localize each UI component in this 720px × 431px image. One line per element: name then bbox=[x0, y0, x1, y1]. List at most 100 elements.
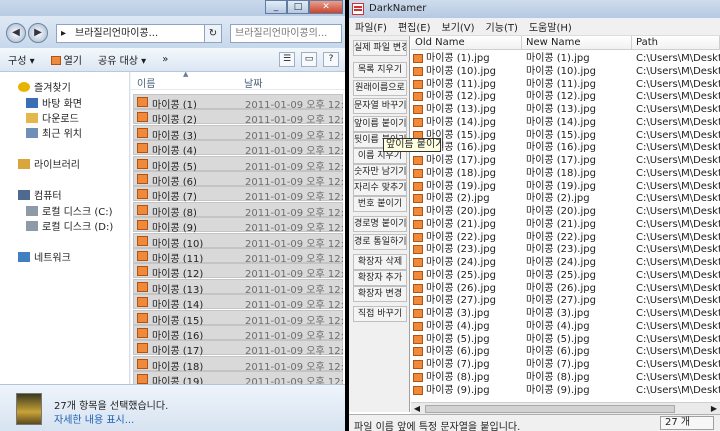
function-button[interactable]: 원래이름으로 bbox=[353, 80, 407, 96]
rename-row[interactable]: 마이콩 (10).jpg 마이콩 (10).jpg C:\Users\M\Deskt bbox=[411, 65, 720, 78]
function-button[interactable]: 숫자만 남기기 bbox=[353, 164, 407, 180]
organize-button[interactable]: 구성 ▾ bbox=[0, 52, 43, 67]
file-row[interactable]: 마이콩 (1) 2011-01-09 오후 12: bbox=[133, 94, 344, 111]
file-row[interactable]: 마이콩 (13) 2011-01-09 오후 12: bbox=[133, 278, 344, 296]
nav-item[interactable]: 다운로드 bbox=[26, 110, 79, 125]
function-button[interactable]: 목록 지우기 bbox=[353, 62, 407, 78]
scroll-left-icon[interactable]: ◀ bbox=[411, 403, 423, 414]
search-input[interactable]: 브라질리언마이콩의... bbox=[230, 24, 342, 43]
rename-row[interactable]: 마이콩 (13).jpg 마이콩 (13).jpg C:\Users\M\Deskt bbox=[411, 103, 720, 116]
rename-row[interactable]: 마이콩 (24).jpg 마이콩 (24).jpg C:\Users\M\Deskt bbox=[411, 256, 720, 269]
minimize-button[interactable]: _ bbox=[265, 0, 287, 14]
rename-row[interactable]: 마이콩 (15).jpg 마이콩 (15).jpg C:\Users\M\Deskt bbox=[411, 129, 720, 142]
column-header-old-name[interactable]: Old Name bbox=[411, 36, 522, 50]
nav-item[interactable]: 로컬 디스크 (D:) bbox=[26, 218, 113, 233]
file-row[interactable]: 마이콩 (14) 2011-01-09 오후 12: bbox=[133, 294, 344, 311]
horizontal-scrollbar[interactable]: ◀ ▶ bbox=[411, 402, 720, 414]
rename-row[interactable]: 마이콩 (18).jpg 마이콩 (18).jpg C:\Users\M\Deskt bbox=[411, 167, 720, 180]
nav-item[interactable]: 컴퓨터 bbox=[18, 187, 62, 202]
rename-row[interactable]: 마이콩 (22).jpg 마이콩 (22).jpg C:\Users\M\Deskt bbox=[411, 231, 720, 244]
function-button[interactable]: 확장자 변경 bbox=[353, 286, 407, 302]
file-row[interactable]: 마이콩 (3) 2011-01-09 오후 12: bbox=[133, 124, 344, 142]
preview-pane-icon[interactable]: ▭ bbox=[301, 52, 317, 67]
function-button[interactable]: 직접 바꾸기 bbox=[353, 306, 407, 322]
menu-item[interactable]: 보기(V) bbox=[436, 19, 480, 34]
rename-row[interactable]: 마이콩 (27).jpg 마이콩 (27).jpg C:\Users\M\Deskt bbox=[411, 294, 720, 307]
old-name-cell: 마이콩 (17).jpg bbox=[426, 155, 496, 166]
nav-item[interactable]: 로컬 디스크 (C:) bbox=[26, 203, 113, 218]
file-row[interactable]: 마이콩 (7) 2011-01-09 오후 12: bbox=[133, 186, 344, 203]
rename-row[interactable]: 마이콩 (21).jpg 마이콩 (21).jpg C:\Users\M\Deskt bbox=[411, 218, 720, 231]
rename-row[interactable]: 마이콩 (16).jpg 마이콩 (16).jpg C:\Users\M\Deskt bbox=[411, 141, 720, 154]
function-button[interactable]: 앞이름 붙이기 bbox=[353, 116, 407, 132]
nav-item[interactable]: 바탕 화면 bbox=[26, 95, 82, 110]
refresh-button[interactable]: ↻ bbox=[204, 24, 222, 43]
rename-row[interactable]: 마이콩 (20).jpg 마이콩 (20).jpg C:\Users\M\Deskt bbox=[411, 205, 720, 218]
file-row[interactable]: 마이콩 (15) 2011-01-09 오후 12: bbox=[133, 309, 344, 327]
function-button[interactable]: 번호 붙이기 bbox=[353, 196, 407, 212]
rename-row[interactable]: 마이콩 (26).jpg 마이콩 (26).jpg C:\Users\M\Deskt bbox=[411, 282, 720, 295]
menu-item[interactable]: 편집(E) bbox=[392, 19, 436, 34]
back-button[interactable]: ◀ bbox=[6, 23, 26, 43]
menu-item[interactable]: 도움말(H) bbox=[523, 19, 577, 34]
rename-row[interactable]: 마이콩 (8).jpg 마이콩 (8).jpg C:\Users\M\Deskt bbox=[411, 371, 720, 384]
file-row[interactable]: 마이콩 (18) 2011-01-09 오후 12: bbox=[133, 355, 344, 373]
rename-row[interactable]: 마이콩 (3).jpg 마이콩 (3).jpg C:\Users\M\Deskt bbox=[411, 307, 720, 320]
file-row[interactable]: 마이콩 (5) 2011-01-09 오후 12: bbox=[133, 155, 344, 173]
nav-item[interactable]: 네트워크 bbox=[18, 249, 71, 264]
rename-row[interactable]: 마이콩 (7).jpg 마이콩 (7).jpg C:\Users\M\Deskt bbox=[411, 358, 720, 371]
forward-button[interactable]: ▶ bbox=[28, 23, 48, 43]
share-button[interactable]: 공유 대상 ▾ bbox=[90, 52, 154, 67]
rename-row[interactable]: 마이콩 (17).jpg 마이콩 (17).jpg C:\Users\M\Deskt bbox=[411, 154, 720, 167]
menu-item[interactable]: 기능(T) bbox=[480, 19, 523, 34]
file-row[interactable]: 마이콩 (10) 2011-01-09 오후 12: bbox=[133, 232, 344, 250]
column-header-new-name[interactable]: New Name bbox=[522, 36, 632, 50]
rename-row[interactable]: 마이콩 (4).jpg 마이콩 (4).jpg C:\Users\M\Deskt bbox=[411, 320, 720, 333]
function-button[interactable]: 확장자 삭제 bbox=[353, 254, 407, 270]
column-header-name[interactable]: 이름 bbox=[137, 75, 155, 90]
rename-row[interactable]: 마이콩 (5).jpg 마이콩 (5).jpg C:\Users\M\Deskt bbox=[411, 333, 720, 346]
close-button[interactable]: ✕ bbox=[309, 0, 343, 14]
file-row[interactable]: 마이콩 (17) 2011-01-09 오후 12: bbox=[133, 340, 344, 357]
help-icon[interactable]: ? bbox=[323, 52, 339, 67]
rename-row[interactable]: 마이콩 (2).jpg 마이콩 (2).jpg C:\Users\M\Deskt bbox=[411, 192, 720, 205]
rename-row[interactable]: 마이콩 (23).jpg 마이콩 (23).jpg C:\Users\M\Deskt bbox=[411, 243, 720, 256]
open-button[interactable]: 열기 bbox=[43, 52, 90, 67]
nav-item[interactable]: 라이브러리 bbox=[18, 156, 80, 171]
file-row[interactable]: 마이콩 (6) 2011-01-09 오후 12: bbox=[133, 171, 344, 188]
rename-row[interactable]: 마이콩 (19).jpg 마이콩 (19).jpg C:\Users\M\Deskt bbox=[411, 180, 720, 193]
function-button[interactable]: 실제 파일 변경 bbox=[353, 40, 407, 56]
column-header-date[interactable]: 날짜 bbox=[244, 75, 262, 90]
function-button[interactable]: 확장자 추가 bbox=[353, 270, 407, 286]
file-row[interactable]: 마이콩 (16) 2011-01-09 오후 12: bbox=[133, 325, 344, 342]
file-row[interactable]: 마이콩 (4) 2011-01-09 오후 12: bbox=[133, 140, 344, 157]
address-field[interactable]: ▸ 브라질리언마이콩... bbox=[56, 24, 221, 43]
maximize-button[interactable]: □ bbox=[287, 0, 309, 14]
menu-item[interactable]: 파일(F) bbox=[349, 19, 392, 34]
rename-row[interactable]: 마이콩 (9).jpg 마이콩 (9).jpg C:\Users\M\Deskt bbox=[411, 384, 720, 397]
nav-item[interactable]: 즐겨찾기 bbox=[18, 79, 71, 94]
rename-row[interactable]: 마이콩 (11).jpg 마이콩 (11).jpg C:\Users\M\Deskt bbox=[411, 78, 720, 91]
file-row[interactable]: 마이콩 (12) 2011-01-09 오후 12: bbox=[133, 263, 344, 280]
function-button[interactable]: 경로명 붙이기 bbox=[353, 216, 407, 232]
function-button[interactable]: 자리수 맞추기 bbox=[353, 180, 407, 196]
column-header-path[interactable]: Path bbox=[632, 36, 720, 50]
rename-row[interactable]: 마이콩 (1).jpg 마이콩 (1).jpg C:\Users\M\Deskt bbox=[411, 52, 720, 65]
function-button[interactable]: 문자열 바꾸기 bbox=[353, 98, 407, 114]
view-options-icon[interactable]: ☰ bbox=[279, 52, 295, 67]
rename-row[interactable]: 마이콩 (14).jpg 마이콩 (14).jpg C:\Users\M\Deskt bbox=[411, 116, 720, 129]
rename-row[interactable]: 마이콩 (25).jpg 마이콩 (25).jpg C:\Users\M\Deskt bbox=[411, 269, 720, 282]
show-details-link[interactable]: 자세한 내용 표시... bbox=[54, 411, 134, 426]
file-row[interactable]: 마이콩 (11) 2011-01-09 오후 12: bbox=[133, 248, 344, 265]
file-row[interactable]: 마이콩 (8) 2011-01-09 오후 12: bbox=[133, 201, 344, 219]
file-row[interactable]: 마이콩 (9) 2011-01-09 오후 12: bbox=[133, 217, 344, 234]
rename-row[interactable]: 마이콩 (12).jpg 마이콩 (12).jpg C:\Users\M\Deskt bbox=[411, 90, 720, 103]
scroll-thumb[interactable] bbox=[425, 405, 675, 413]
scroll-right-icon[interactable]: ▶ bbox=[708, 403, 720, 414]
nav-item[interactable]: 최근 위치 bbox=[26, 125, 82, 140]
file-row[interactable]: 마이콩 (19) 2011-01-09 오후 12: bbox=[133, 371, 344, 384]
more-button[interactable]: » bbox=[154, 54, 176, 65]
file-row[interactable]: 마이콩 (2) 2011-01-09 오후 12: bbox=[133, 109, 344, 126]
rename-row[interactable]: 마이콩 (6).jpg 마이콩 (6).jpg C:\Users\M\Deskt bbox=[411, 345, 720, 358]
function-button[interactable]: 경로 통일하기 bbox=[353, 234, 407, 250]
